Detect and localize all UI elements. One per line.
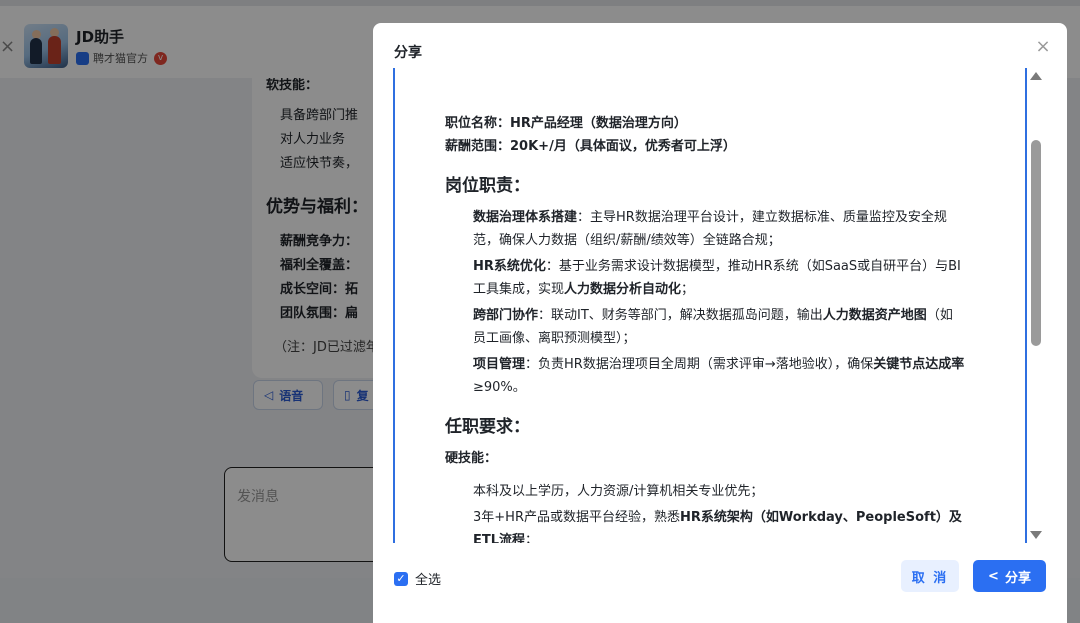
responsibility-item: 数据治理体系搭建：主导HR数据治理平台设计，建立数据标准、质量监控及安全规范，确… bbox=[445, 206, 965, 252]
requirement-item: 本科及以上学历，人力资源/计算机相关专业优先； bbox=[445, 480, 965, 503]
item-key: HR系统优化 bbox=[473, 259, 546, 274]
close-icon[interactable]: × bbox=[1033, 37, 1053, 57]
share-dialog: 分享 × 职位名称：HR产品经理（数据治理方向） 薪酬范围：20K+/月（具体面… bbox=[373, 23, 1067, 623]
item-text: 本科及以上学历，人力资源/计算机相关专业优先； bbox=[473, 484, 764, 499]
item-key: 数据治理体系搭建 bbox=[473, 210, 578, 225]
item-text: ：负责HR数据治理项目全周期（需求评审→落地验收），确保 bbox=[525, 357, 874, 372]
responsibility-item: HR系统优化：基于业务需求设计数据模型，推动HR系统（如SaaS或自研平台）与B… bbox=[445, 255, 965, 301]
salary-value: 20K+/月（具体面议，优秀者可上浮） bbox=[510, 139, 736, 154]
responsibilities-heading: 岗位职责： bbox=[445, 176, 530, 196]
salary-label: 薪酬范围： bbox=[445, 139, 511, 154]
requirement-item: 3年+HR产品或数据平台经验，熟悉HR系统架构（如Workday、PeopleS… bbox=[445, 506, 965, 543]
share-icon: < bbox=[988, 568, 999, 584]
responsibility-item: 项目管理：负责HR数据治理项目全周期（需求评审→落地验收），确保关键节点达成率 ≥… bbox=[445, 353, 965, 399]
dialog-title: 分享 bbox=[394, 45, 422, 61]
requirements-heading: 任职要求： bbox=[445, 417, 530, 437]
item-tail: ； bbox=[681, 282, 695, 297]
checkbox-checked-icon[interactable]: ✓ bbox=[394, 571, 408, 586]
position-label: 职位名称： bbox=[445, 116, 511, 131]
scrollbar-thumb[interactable] bbox=[1031, 140, 1041, 346]
item-key: 项目管理 bbox=[473, 357, 526, 372]
salary-line: 薪酬范围：20K+/月（具体面议，优秀者可上浮） bbox=[445, 135, 965, 158]
item-text: ：联动IT、财务等部门，解决数据孤岛问题，输出 bbox=[538, 308, 823, 323]
jd-content: 职位名称：HR产品经理（数据治理方向） 薪酬范围：20K+/月（具体面议，优秀者… bbox=[445, 112, 965, 543]
scroll-up-arrow-icon[interactable] bbox=[1030, 72, 1042, 80]
share-button-label: 分享 bbox=[1004, 570, 1031, 586]
content-scrollbar[interactable] bbox=[1027, 68, 1045, 543]
item-tail: ≥90%。 bbox=[473, 380, 526, 395]
item-text: 3年+HR产品或数据平台经验，熟悉 bbox=[473, 510, 680, 525]
item-tail: ； bbox=[525, 533, 539, 543]
item-highlight: 关键节点达成率 bbox=[873, 357, 965, 372]
item-highlight: 人力数据分析自动化 bbox=[564, 282, 682, 297]
item-key: 跨部门协作 bbox=[473, 308, 539, 323]
share-button[interactable]: < 分享 bbox=[973, 560, 1046, 592]
select-all-checkbox[interactable]: ✓ 全选 bbox=[394, 569, 441, 588]
item-highlight: 人力数据资产地图 bbox=[822, 308, 927, 323]
hard-skills-heading: 硬技能： bbox=[445, 451, 498, 466]
select-all-label: 全选 bbox=[415, 573, 442, 588]
position-value: HR产品经理（数据治理方向） bbox=[510, 116, 687, 131]
cancel-button[interactable]: 取 消 bbox=[901, 560, 959, 592]
scroll-down-arrow-icon[interactable] bbox=[1030, 531, 1042, 539]
share-content-frame: 职位名称：HR产品经理（数据治理方向） 薪酬范围：20K+/月（具体面议，优秀者… bbox=[393, 68, 1027, 543]
responsibility-item: 跨部门协作：联动IT、财务等部门，解决数据孤岛问题，输出人力数据资产地图（如员工… bbox=[445, 304, 965, 350]
position-line: 职位名称：HR产品经理（数据治理方向） bbox=[445, 112, 965, 135]
item-text: ：基于业务需求设计数据模型，推动HR系统（如SaaS或自研平台）与BI工具集成，… bbox=[473, 259, 961, 297]
